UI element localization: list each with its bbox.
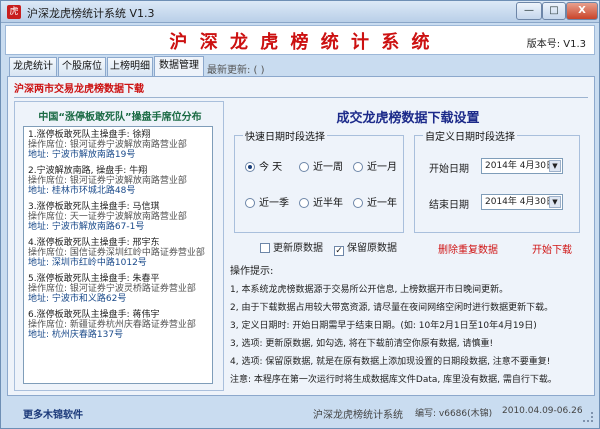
radio-last-quarter[interactable]: 近一季 [245,194,289,209]
custom-date-legend: 自定义日期时段选择 [423,128,517,143]
app-icon: 虎 [7,5,21,19]
status-bar: 更多木锦软件 沪深龙虎榜统计系统 编写: v6686(木锦) 2010.04.0… [5,400,595,424]
radio-dot [299,198,309,208]
tip-item: 注意: 本程序在第一次运行时将生成数据库文件Data, 库里没有数据, 需自行下… [230,375,557,385]
close-button[interactable]: X [566,2,598,20]
app-window: 虎 沪深龙虎榜统计系统 V1.3 — □ X 沪 深 龙 虎 榜 统 计 系 统… [0,0,600,429]
checkbox-label: 保留原数据 [347,243,397,254]
quick-date-legend: 快速日期时段选择 [243,128,327,143]
start-date-picker[interactable]: 2014年 4月30日 ▼ [481,158,563,174]
entry-seat: 操作席位: 银河证券宁波解放南路营业部 [28,176,187,186]
checkbox-label: 更新原数据 [273,243,323,254]
entry-address: 地址: 宁波市和义路62号 [28,294,127,304]
entry-trader: 4.涨停板敢死队主操盘手: 邢宇东 [28,238,160,248]
tip-item: 1, 本系统龙虎榜数据源于交易所公开信息, 上榜数据开市日晚间更新。 [230,285,509,295]
entry-seat: 操作席位: 银河证券宁波解放南路营业部 [28,140,187,150]
start-date-label: 开始日期 [429,164,469,175]
minimize-button[interactable]: — [516,2,542,20]
resize-grip-icon[interactable] [583,412,593,422]
more-software-link[interactable]: 更多木锦软件 [23,406,83,421]
entry-seat: 操作席位: 银河证券宁波灵桥路证券营业部 [28,284,196,294]
checkbox-box: ✓ [334,246,344,256]
radio-dot [299,162,309,172]
banner: 沪 深 龙 虎 榜 统 计 系 统 版本号: V1.3 [5,25,595,55]
tab-stock-seats[interactable]: 个股席位 [58,57,106,76]
tip-item: 2, 由于下载数据占用较大带宽资源, 请尽量在夜间网络空闲时进行数据更新下载。 [230,303,554,313]
radio-dot [245,162,255,172]
maximize-button[interactable]: □ [542,2,566,20]
radio-label: 近半年 [313,198,343,209]
entry-seat: 操作席位: 国信证券深圳红岭中路证券营业部 [28,248,205,258]
keep-original-checkbox[interactable]: ✓ 保留原数据 [334,239,397,256]
tip-item: 3, 定义日期时: 开始日期需早于结束日期。(如: 10年2月1日至10年4月1… [230,321,537,331]
list-item: 1.涨停板敢死队主操盘手: 徐翔 操作席位: 银河证券宁波解放南路营业部 地址:… [28,130,208,160]
window-title: 沪深龙虎榜统计系统 V1.3 [27,7,155,20]
app-heading: 沪 深 龙 虎 榜 统 计 系 统 [169,32,433,53]
radio-dot [353,198,363,208]
radio-last-week[interactable]: 近一周 [299,158,343,173]
radio-label: 今 天 [259,162,283,173]
tip-item: 3, 选项: 更新原数据, 如勾选, 将在下载前清空你原有数据, 请慎重! [230,339,494,349]
tips-section: 操作提示: 1, 本系统龙虎榜数据源于交易所公开信息, 上榜数据开市日晚间更新。… [230,263,588,389]
radio-label: 近一季 [259,198,289,209]
status-app-name: 沪深龙虎榜统计系统 [313,410,403,421]
download-title: 成交龙虎榜数据下载设置 [336,111,480,126]
data-management-panel: 沪深两市交易龙虎榜数据下载 中国“涨停板敢死队”操盘手席位分布 1.涨停板敢死队… [7,76,595,396]
radio-today[interactable]: 今 天 [245,158,282,173]
checkbox-box [260,243,270,253]
latest-update: 最新更新: ( ) [207,65,265,76]
seat-distribution-title: 中国“涨停板敢死队”操盘手席位分布 [38,112,202,123]
tips-heading: 操作提示: [230,266,274,277]
chevron-down-icon[interactable]: ▼ [549,196,561,208]
start-date-value: 2014年 4月30日 [485,161,555,171]
custom-date-group: 自定义日期时段选择 开始日期 2014年 4月30日 ▼ 结束日期 2014年 … [414,128,580,233]
status-date: 2010.04.09-06.26 [502,406,583,416]
update-original-checkbox[interactable]: 更新原数据 [260,239,323,254]
delete-duplicates-link[interactable]: 删除重复数据 [438,241,498,256]
list-item: 6.涨停板敢死队主操盘手: 蒋伟宇 操作席位: 新疆证券杭州庆春路证券营业部 地… [28,310,208,340]
radio-label: 近一周 [313,162,343,173]
tab-dragon-tiger-stats[interactable]: 龙虎统计 [9,57,57,76]
radio-label: 近一月 [367,162,397,173]
start-download-link[interactable]: 开始下载 [532,241,572,256]
radio-last-year[interactable]: 近一年 [353,194,397,209]
chevron-down-icon[interactable]: ▼ [549,160,561,172]
entry-seat: 操作席位: 新疆证券杭州庆春路证券营业部 [28,320,196,330]
entry-trader: 1.涨停板敢死队主操盘手: 徐翔 [28,130,151,140]
version-label: 版本号: V1.3 [526,39,586,50]
entry-trader: 2.宁波解放南路, 操盘手: 牛翔 [28,166,148,176]
entry-trader: 5.涨停板敢死队主操盘手: 朱春平 [28,274,160,284]
entry-trader: 3.涨停板敢死队主操盘手: 马信琪 [28,202,160,212]
quick-date-group: 快速日期时段选择 今 天 近一周 近一月 近一季 近半年 近一年 [234,128,404,233]
list-item: 5.涨停板敢死队主操盘手: 朱春平 操作席位: 银河证券宁波灵桥路证券营业部 地… [28,274,208,304]
radio-dot [245,198,255,208]
list-item: 3.涨停板敢死队主操盘手: 马信琪 操作席位: 天一证券宁波解放南路营业部 地址… [28,202,208,232]
tab-listing-details[interactable]: 上榜明细 [107,57,153,76]
tab-data-management[interactable]: 数据管理 [154,56,204,77]
end-date-label: 结束日期 [429,200,469,211]
entry-address: 地址: 杭州庆春路137号 [28,330,124,340]
radio-label: 近一年 [367,198,397,209]
entry-trader: 6.涨停板敢死队主操盘手: 蒋伟宇 [28,310,160,320]
seat-distribution-box: 中国“涨停板敢死队”操盘手席位分布 1.涨停板敢死队主操盘手: 徐翔 操作席位:… [14,101,224,391]
radio-last-month[interactable]: 近一月 [353,158,397,173]
entry-seat: 操作席位: 天一证券宁波解放南路营业部 [28,212,187,222]
section-title: 沪深两市交易龙虎榜数据下载 [14,81,588,98]
end-date-value: 2014年 4月30日 [485,197,555,207]
radio-half-year[interactable]: 近半年 [299,194,343,209]
title-bar[interactable]: 虎 沪深龙虎榜统计系统 V1.3 — □ X [1,1,599,23]
status-author: 编写: v6686(木锦) [415,409,493,419]
radio-dot [353,162,363,172]
entry-address: 地址: 宁波市解放南路19号 [28,150,136,160]
list-item: 4.涨停板敢死队主操盘手: 邢宇东 操作席位: 国信证券深圳红岭中路证券营业部 … [28,238,208,268]
seat-list[interactable]: 1.涨停板敢死队主操盘手: 徐翔 操作席位: 银河证券宁波解放南路营业部 地址:… [23,126,213,384]
end-date-picker[interactable]: 2014年 4月30日 ▼ [481,194,563,210]
tip-item: 4, 选项: 保留原数据, 就是在原有数据上添加现设置的日期段数据, 注意不要重… [230,357,551,367]
entry-address: 地址: 深圳市红岭中路1012号 [28,258,147,268]
list-item: 2.宁波解放南路, 操盘手: 牛翔 操作席位: 银河证券宁波解放南路营业部 地址… [28,166,208,196]
entry-address: 地址: 桂林市环城北路48号 [28,186,136,196]
entry-address: 地址: 宁波市解放南路67-1号 [28,222,145,232]
